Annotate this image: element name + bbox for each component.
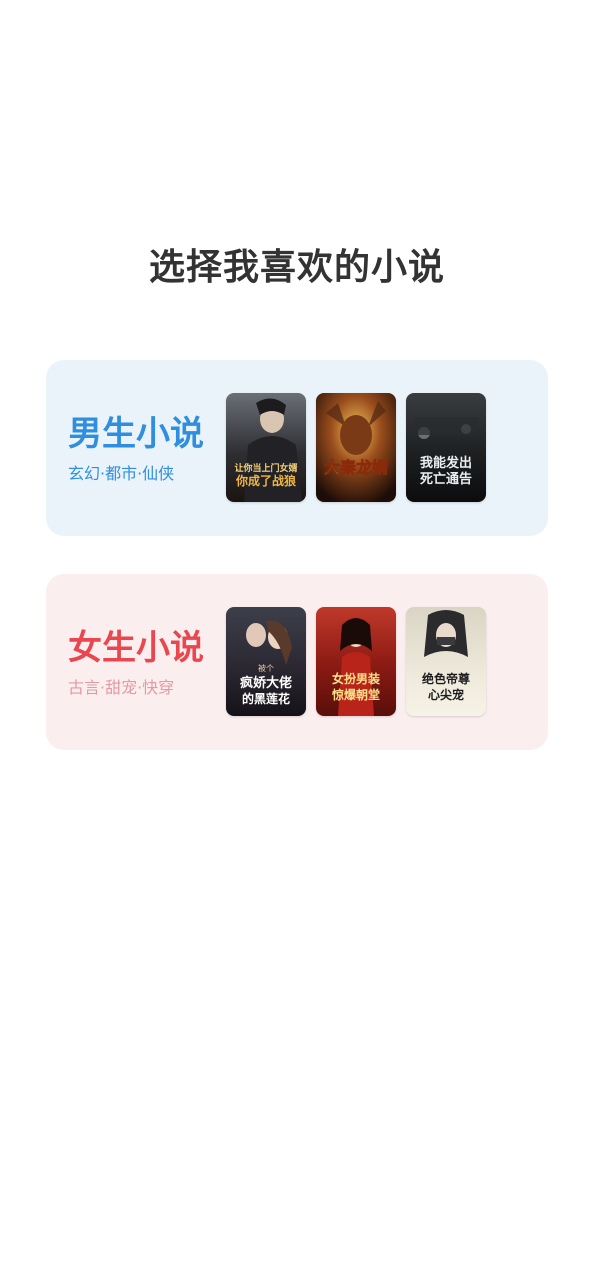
cover-title-line: 你成了战狼 (235, 473, 297, 488)
book-cover: 我能发出 死亡通告 (406, 393, 486, 502)
male-novels-card[interactable]: 男生小说 玄幻·都市·仙侠 让你当上门女婿 你成了战狼 大秦龙婿 我能发出 死亡… (46, 360, 548, 536)
cover-title-line: 大秦龙婿 (324, 458, 388, 477)
cover-title-line: 心尖宠 (428, 687, 464, 702)
male-novels-title: 男生小说 (68, 414, 204, 454)
book-cover: 女扮男装 惊爆朝堂 (316, 607, 396, 716)
cover-title-line: 我能发出 (420, 455, 472, 471)
male-novels-covers: 让你当上门女婿 你成了战狼 大秦龙婿 我能发出 死亡通告 (226, 393, 486, 502)
cover-title-line: 让你当上门女婿 (234, 462, 298, 474)
cover-title-line: 女扮男装 (332, 671, 380, 686)
cover-title-line: 死亡通告 (420, 471, 472, 487)
cover-title-line: 的黑莲花 (242, 691, 290, 706)
female-novels-covers: 被个 疯娇大佬 的黑莲花 女扮男装 惊爆朝堂 绝色帝尊 心尖宠 (226, 607, 486, 716)
female-novels-card[interactable]: 女生小说 古言·甜宠·快穿 被个 疯娇大佬 的黑莲花 女扮男装 惊爆朝堂 绝色帝… (46, 574, 548, 750)
cover-title-line: 疯娇大佬 (240, 675, 292, 691)
male-novels-subtitle: 玄幻·都市·仙侠 (68, 464, 175, 483)
book-cover: 大秦龙婿 (316, 393, 396, 502)
book-cover: 让你当上门女婿 你成了战狼 (226, 393, 306, 502)
female-novels-subtitle: 古言·甜宠·快穿 (68, 678, 175, 697)
page-title: 选择我喜欢的小说 (148, 247, 445, 288)
cover-title-line: 被个 (258, 663, 274, 673)
female-novels-title: 女生小说 (68, 628, 204, 668)
cover-title-line: 惊爆朝堂 (332, 687, 380, 702)
cover-title-line: 绝色帝尊 (422, 671, 470, 686)
book-cover: 绝色帝尊 心尖宠 (406, 607, 486, 716)
book-cover: 被个 疯娇大佬 的黑莲花 (226, 607, 306, 716)
